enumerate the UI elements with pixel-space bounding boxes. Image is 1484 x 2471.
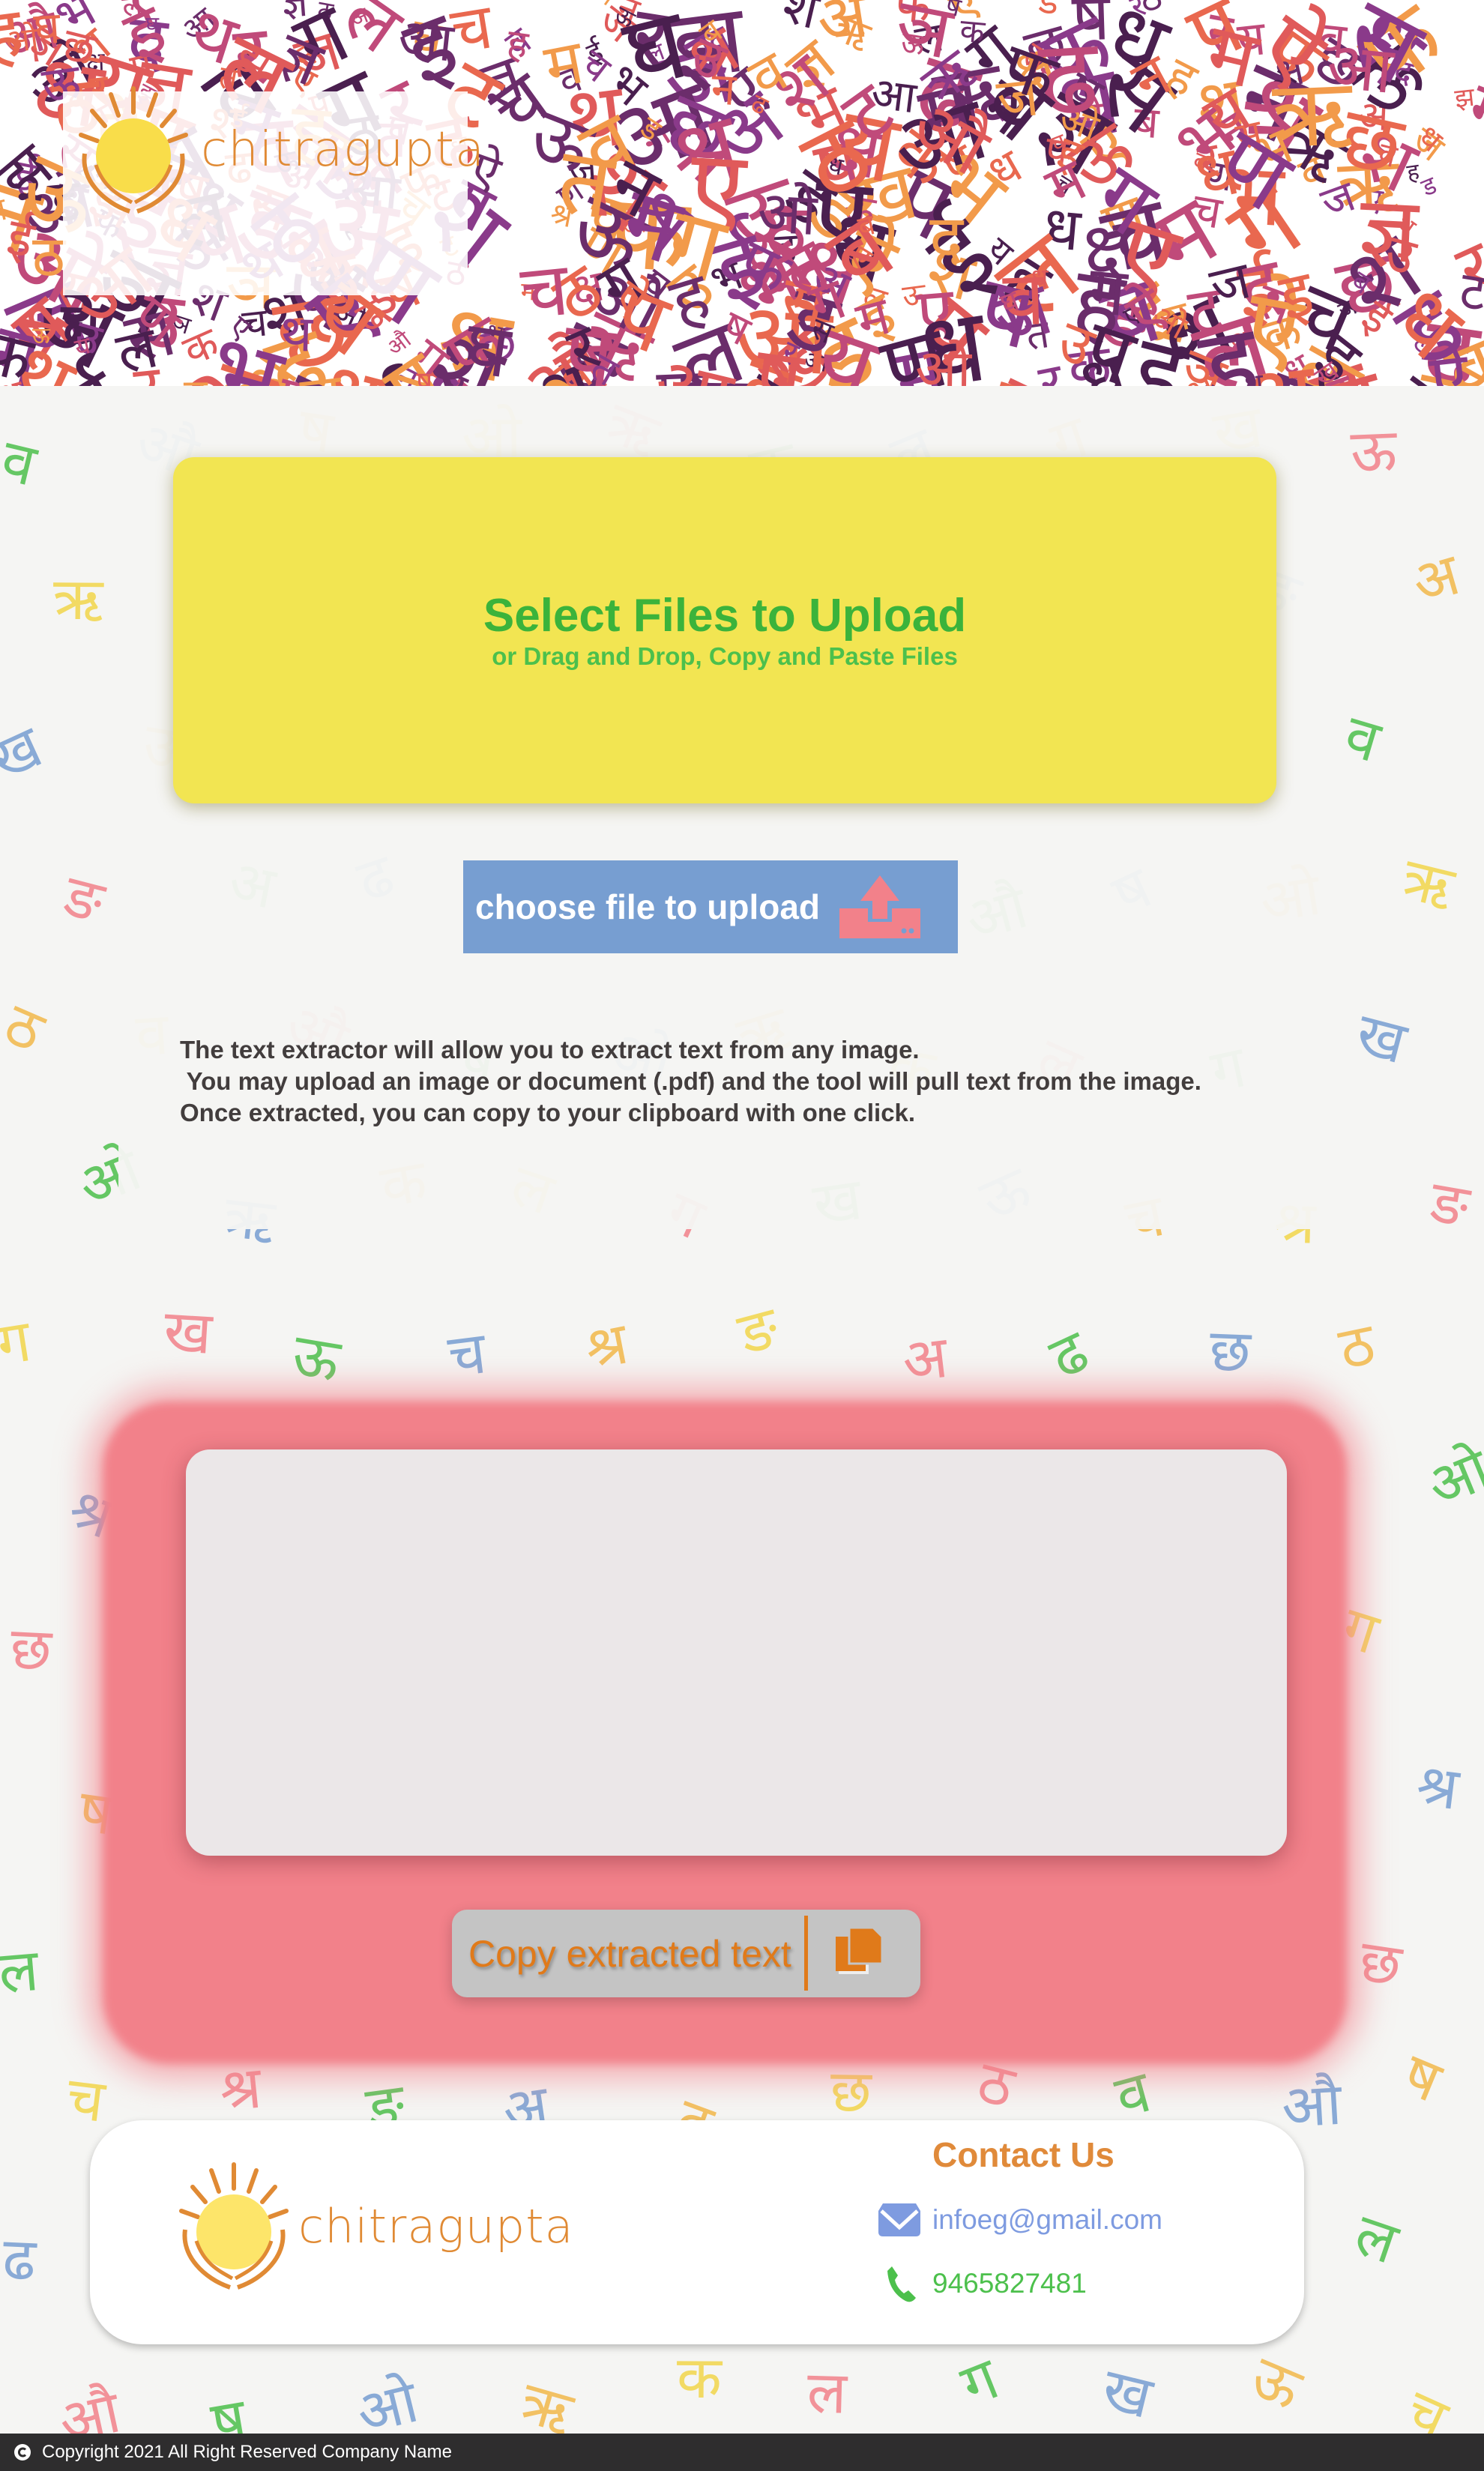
background-glyph: च [1396,2377,1458,2434]
banner-glyph: थ [280,304,314,363]
background-glyph: ढ [1,2225,38,2295]
banner-glyph: आ [395,6,456,74]
header-logo[interactable]: chitragupta [73,82,485,217]
background-glyph: ग [0,1307,35,1379]
background-glyph: ओ [350,2368,425,2434]
background-glyph: ल [806,2359,848,2428]
contact-phone[interactable]: 9465827481 [878,2265,1087,2302]
upload-icon [839,875,920,938]
background-glyph: छ [8,1614,53,1685]
background-glyph: ढ [1040,1317,1099,1393]
background-glyph: ख [162,1297,214,1368]
background-glyph: ङ [1425,1168,1474,1241]
divider [804,1916,808,1991]
background-glyph: औ [1279,2070,1344,2141]
background-glyph: औ [52,2378,126,2434]
background-glyph: ग [952,2344,1008,2420]
banner-glyph: त [183,365,208,386]
file-drop-zone[interactable]: Select Files to Upload or Drag and Drop,… [173,457,1276,803]
background-glyph: ल [0,1936,41,2008]
background-glyph: ङ [57,862,111,938]
description-text: The text extractor will allow you to ext… [180,1036,1201,1126]
background-glyph: ष [206,2385,251,2434]
header-banner: अङलफहछञइसढङशक्षङईधषअभछधतइऊषकषभधडञमओईश्रआ… [0,0,1484,386]
background-glyph: ओ [1418,1436,1484,1521]
contact-email[interactable]: infoeg@gmail.com [878,2203,1162,2236]
background-glyph: ऊ [1349,416,1399,486]
copyright-icon [14,2444,31,2461]
background-glyph: अ [1405,540,1468,618]
background-glyph: ऋ [1396,844,1461,923]
background-glyph: व [1336,702,1387,776]
sun-hands-icon [79,86,188,214]
banner-glyph: च [517,245,573,337]
background-glyph: छ [1208,1316,1252,1386]
banner-glyph: ष [415,365,433,386]
banner-glyph: ओ [914,337,971,386]
choose-file-label: choose file to upload [475,887,821,926]
copy-label: Copy extracted text [468,1932,791,1975]
copyright-bar: Copyright 2021 All Right Reserved Compan… [0,2434,1484,2471]
banner-glyph: ऋ [1270,58,1354,170]
background-glyph: श्र [1413,1751,1462,1823]
background-glyph: ऊ [1242,2343,1311,2423]
banner-glyph: ओ [3,19,40,61]
envelope-icon [878,2203,920,2236]
copy-icon [836,1926,884,1974]
background-glyph: ल [1346,2201,1406,2278]
background-glyph: ख [0,713,52,794]
background-glyph: च [444,1319,490,1391]
background-glyph: ख [1096,2355,1159,2432]
choose-file-button[interactable]: choose file to upload [463,860,958,953]
contact-title: Contact Us [932,2135,1114,2174]
background-glyph: क [676,2344,723,2413]
upload-subtitle: or Drag and Drop, Copy and Paste Files [492,642,958,670]
upload-title: Select Files to Upload [483,590,967,642]
background-glyph: ऋ [52,565,103,633]
sun-hands-icon [179,2162,289,2290]
banner-glyph: द [929,202,964,277]
background-glyph: च [63,2064,109,2137]
phone-icon [887,2266,916,2302]
copy-text-button[interactable]: Copy extracted text [452,1910,920,1997]
background-glyph: ऋ [513,2368,580,2434]
extracted-text-area[interactable] [186,1449,1287,1856]
background-glyph: श्र [580,1309,634,1384]
background-glyph: छ [1355,1927,1406,2000]
background-glyph: व [0,426,43,500]
banner-glyph: ध [1031,262,1049,295]
background-glyph: ङ [731,1294,785,1369]
background-glyph: ठ [1333,1310,1381,1384]
footer-logo[interactable]: chitragupta [174,2158,574,2293]
background-glyph: ठ [0,990,53,1066]
background-glyph: अ [899,1324,951,1396]
background-glyph: ख [1349,1000,1413,1078]
background-glyph: ऊ [287,1321,345,1396]
background-glyph: ष [1393,2040,1450,2116]
